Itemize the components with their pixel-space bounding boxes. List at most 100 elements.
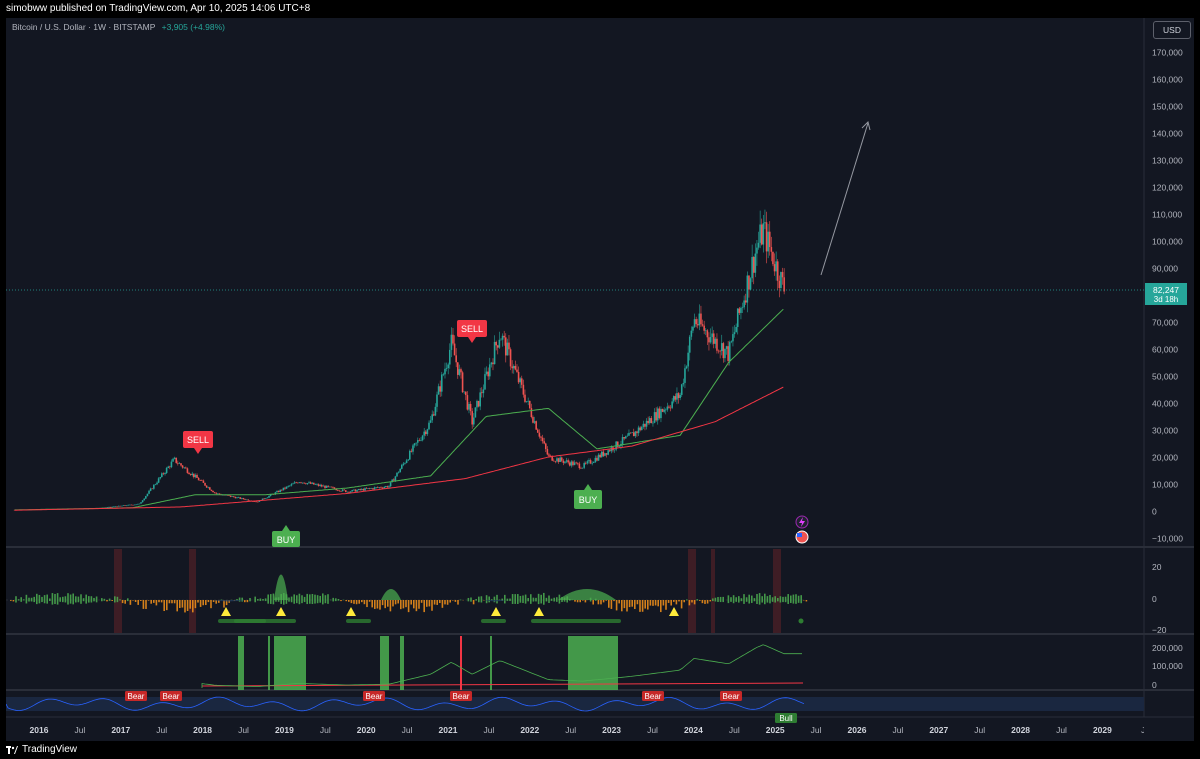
currency-button[interactable]: USD [1153,21,1191,39]
candle-body [204,482,206,486]
time-axis[interactable]: 2016 Jul 2017 Jul 2018 Jul 2019 Jul 2020 Jul 2021 J… [30,725,1146,735]
candle-body [716,338,718,351]
candle-body [193,473,195,478]
candle-body [167,466,170,468]
candle-body [143,498,146,501]
warning-triangle-icon[interactable] [669,607,679,616]
candle-body [234,497,237,499]
buy-signal-2018[interactable]: BUY [272,525,300,547]
candle-body [321,485,323,487]
histogram-bar [745,597,748,602]
oscillator-pane[interactable] [6,549,808,633]
candle-body [672,396,675,402]
symbol-legend[interactable]: Bitcoin / U.S. Dollar · 1W · BITSTAMP +3… [12,22,225,32]
warning-triangle-icon[interactable] [346,607,356,616]
buy-label: BUY [579,495,598,505]
time-axis-label: Jul [483,725,494,735]
symbol-title[interactable]: Bitcoin / U.S. Dollar · 1W · BITSTAMP [12,22,155,32]
histogram-bar [613,600,615,602]
time-axis-label: Jul [729,725,740,735]
histogram-bar [358,600,360,604]
candle-body [205,485,208,488]
candle-body [541,437,544,442]
candle-body [520,378,523,385]
sell-label: SELL [187,435,209,445]
candle-body [780,272,782,289]
candle-body [728,342,731,361]
candle-body [714,338,717,344]
histogram-bar [641,600,644,612]
warning-triangle-icon[interactable] [276,607,286,616]
histogram-bar [207,600,210,603]
histogram-bar [402,600,405,609]
histogram-bar [660,600,662,613]
histogram-bar [410,600,412,605]
candle-body [570,461,573,466]
candle-body [626,435,629,437]
histogram-bar [769,594,771,604]
histogram-bar [301,595,303,604]
buy-signal-2022[interactable]: BUY [574,484,602,509]
candle-body [564,461,566,463]
candle-body [533,421,536,423]
candle-body [332,487,334,488]
candle-body [690,330,693,337]
candle-body [604,453,606,456]
tradingview-logo-icon[interactable] [6,745,18,755]
candle-body [607,450,609,455]
histogram-bar [33,596,35,603]
chart-canvas[interactable]: Bear Bear Bear Bear Bear BearBull SELL S… [6,18,1194,741]
histogram-bar [623,600,626,609]
accumulation-band [380,636,389,690]
warning-triangle-icon[interactable] [221,607,231,616]
candle-body [277,491,280,493]
candlesticks[interactable] [13,209,785,511]
histogram-bar [85,594,87,604]
candle-body [506,342,509,356]
trend-arrow-drawing[interactable] [820,121,871,276]
lightning-event-icon[interactable] [795,515,809,529]
sell-signal-2021[interactable]: SELL [457,320,487,343]
rsi-tag-label: Bear [163,692,180,701]
main-price-pane[interactable] [13,209,785,511]
candle-body [402,463,405,465]
accumulation-band [568,636,618,690]
candle-body [400,464,403,469]
histogram-bar [657,600,659,607]
candle-body [440,374,443,392]
histogram-bar [272,593,275,605]
histogram-bar [670,600,672,606]
volume-trend-pane[interactable] [201,636,804,690]
moving-average-red[interactable] [14,386,784,511]
candle-body [316,484,318,485]
candle-body [305,483,307,485]
chart-area[interactable]: Bear Bear Bear Bear Bear Bear Bull SELL … [6,18,1194,741]
sell-signal-2018[interactable]: SELL [183,431,213,454]
us-flag-event-icon[interactable] [795,530,809,544]
axis-corner[interactable] [1144,718,1194,741]
tradingview-brand[interactable]: TradingView [22,741,77,759]
histogram-bar [20,597,22,602]
histogram-bar [519,595,522,603]
candle-body [356,490,358,492]
candle-body [265,498,267,499]
histogram-bar [504,594,506,604]
rsi-pane[interactable]: Bear Bear Bear Bear Bear Bear Bull [6,691,1144,723]
accumulation-band [238,636,244,690]
candle-body [434,406,437,416]
histogram-bar [545,597,548,602]
warning-triangle-icon[interactable] [491,607,501,616]
histogram-bar [127,598,129,602]
histogram-bar [67,593,69,605]
histogram-bar [244,600,246,603]
candle-body [588,460,590,462]
histogram-bar [101,598,103,602]
warning-triangle-icon[interactable] [534,607,544,616]
histogram-bar [704,600,706,604]
time-axis-label: 2022 [520,725,539,735]
candle-body [121,505,123,507]
histogram-bar [797,595,800,603]
histogram-bar [709,600,711,602]
histogram-bar [727,595,730,604]
histogram-bar [82,598,85,602]
